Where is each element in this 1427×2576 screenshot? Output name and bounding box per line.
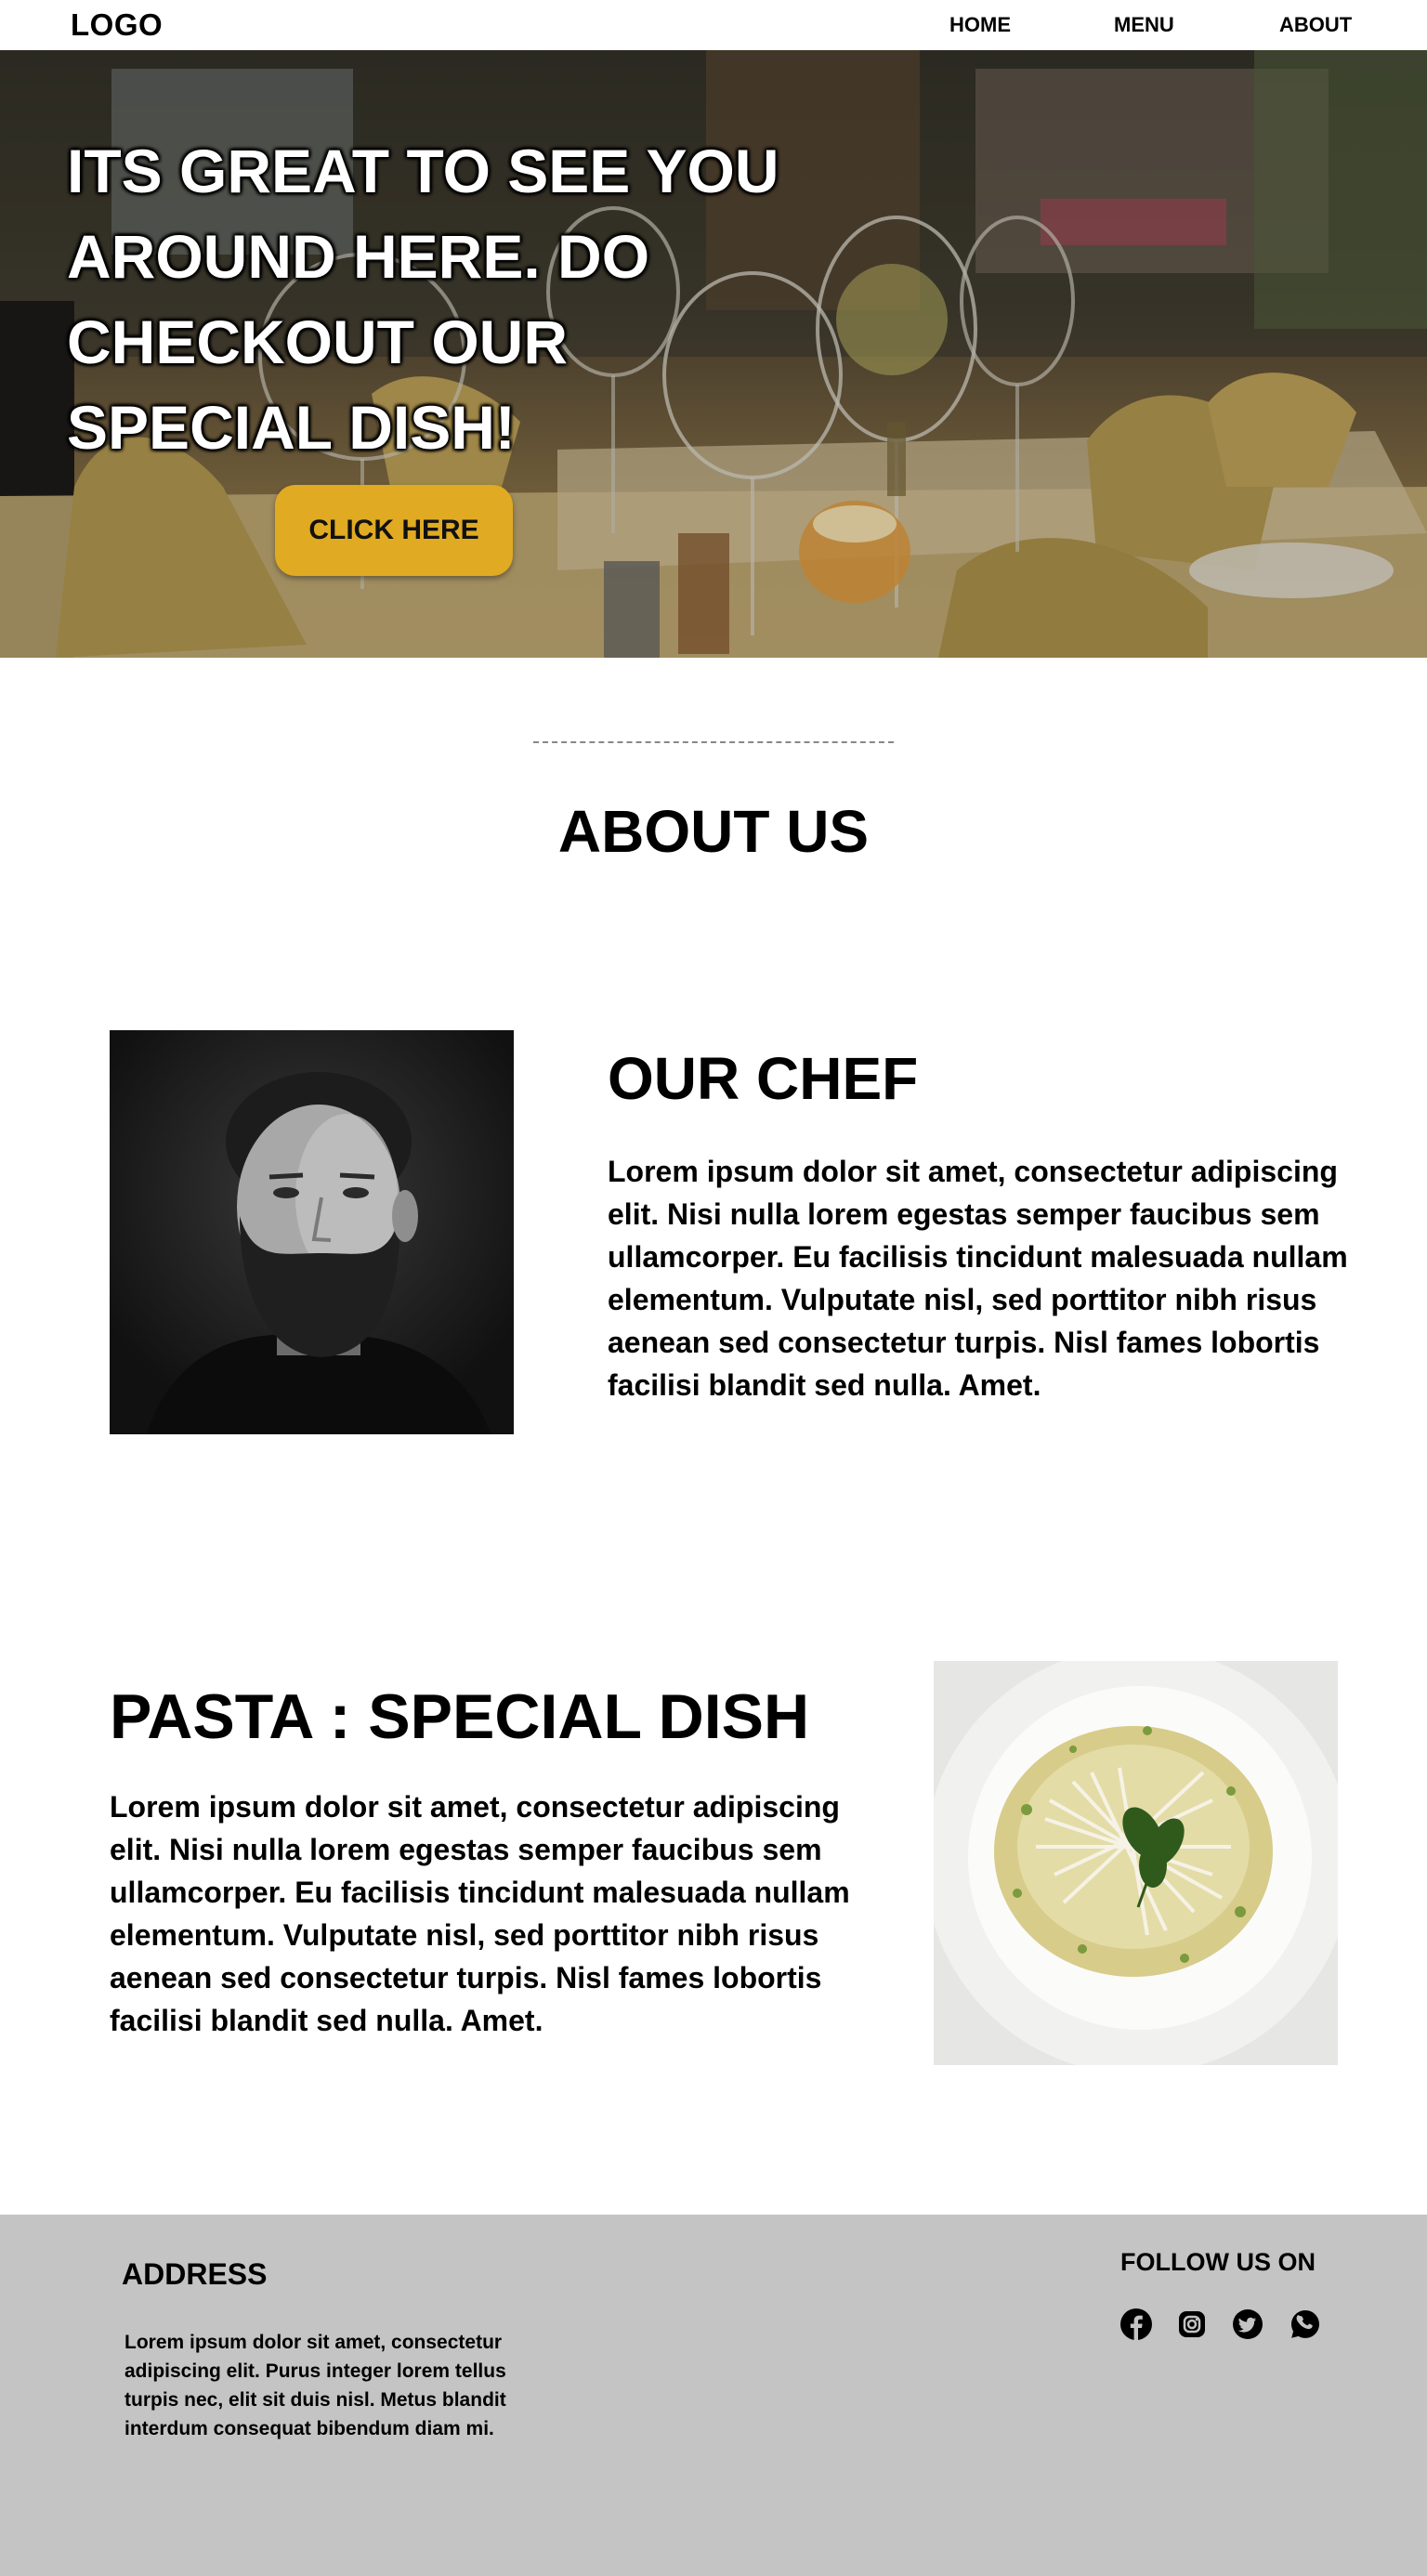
pasta-photo [934,1661,1338,2065]
click-here-button[interactable]: CLICK HERE [275,485,513,576]
address-text: Lorem ipsum dolor sit amet, consectetur … [124,2332,506,2439]
facebook-icon[interactable] [1120,2308,1152,2340]
about-us-title: ABOUT US [557,798,870,865]
nav-link-about[interactable]: ABOUT [1279,13,1352,37]
chef-photo [110,1030,514,1434]
twitter-icon[interactable] [1232,2308,1263,2340]
follow-us-heading: FOLLOW US ON [1120,2248,1316,2276]
hero-title: ITS GREAT TO SEE YOU AROUND HERE. DO CHE… [67,137,779,462]
instagram-icon[interactable] [1176,2308,1208,2340]
nav-link-menu[interactable]: MENU [1114,13,1174,37]
top-nav: LOGO HOME MENU ABOUT [0,0,1427,50]
section-divider [533,741,894,743]
hero-banner: ITS GREAT TO SEE YOU AROUND HERE. DO CHE… [0,50,1427,658]
special-dish-description: Lorem ipsum dolor sit amet, consectetur … [110,1790,850,2037]
our-chef-heading: OUR CHEF [608,1045,919,1112]
whatsapp-icon[interactable] [1290,2308,1321,2340]
chef-portrait-image [110,1030,514,1434]
address-heading: ADDRESS [122,2257,268,2291]
logo[interactable]: LOGO [71,7,163,43]
nav-link-home[interactable]: HOME [949,13,1011,37]
footer: ADDRESS Lorem ipsum dolor sit amet, cons… [0,2215,1427,2576]
pasta-dish-image [934,1661,1338,2065]
special-dish-heading: PASTA : SPECIAL DISH [110,1681,810,1752]
chef-description: Lorem ipsum dolor sit amet, consectetur … [608,1155,1348,1402]
